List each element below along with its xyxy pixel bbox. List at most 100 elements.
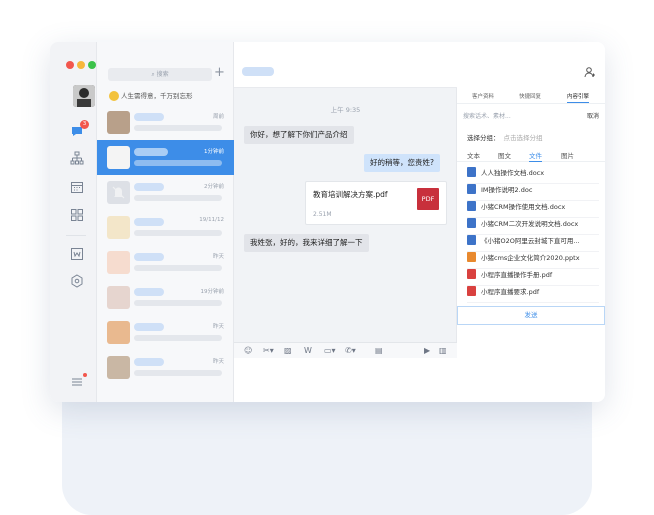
pdf-file-icon (467, 269, 476, 279)
scissors-icon[interactable]: ✂▾ (263, 346, 274, 356)
file-item-name: 小猪CRM二次开发说明文档.docx (481, 220, 579, 228)
doc-icon (467, 201, 476, 211)
sidebar-toggle-icon[interactable]: ▥ (439, 346, 447, 356)
material-type-tabs: 文本 图文 文件 图片 (457, 150, 605, 162)
group-selector[interactable]: 选择分组： 点击选择分组 (467, 132, 543, 142)
tab-quick-reply[interactable]: 快捷回复 (519, 92, 541, 100)
file-list-item[interactable]: IM操作说明2.doc (467, 184, 599, 201)
file-item-name: 小猪CRM操作使用文档.docx (481, 203, 566, 211)
contact-preview (134, 370, 222, 376)
doc-icon (467, 235, 476, 245)
pdf-icon: PDF (417, 188, 439, 210)
contact-name (134, 218, 164, 226)
phone-icon[interactable]: ✆▾ (345, 346, 356, 356)
word-icon[interactable] (70, 247, 84, 261)
chat-toolbar: ☺ ✂▾ ▨ W ▭▾ ✆▾ ▤ ▶ ▥ (234, 342, 457, 358)
contact-preview (134, 125, 222, 131)
content-panel: 客户资料 快捷回复 内容引擎 搜索话术、素材... 取消 选择分组： 点击选择分组… (457, 42, 605, 402)
file-list-item[interactable]: 小猪cms企业文化简介2020.pptx (467, 252, 599, 269)
nav-rail: 3 (50, 42, 97, 402)
add-user-icon[interactable] (584, 66, 596, 81)
app-window: 3 ⌕ 搜索 + 人生需得意，千万别忘形 周前 1分钟前 2分钟前 19/11/… (50, 42, 605, 402)
add-contact-button[interactable]: + (214, 65, 225, 80)
close-dot[interactable] (66, 61, 74, 69)
signature-banner: 人生需得意，千万别忘形 (103, 89, 231, 103)
contact-item[interactable]: 周前 (97, 105, 234, 140)
org-icon[interactable] (70, 151, 84, 165)
video-icon[interactable]: ▶ (424, 346, 430, 356)
contact-item[interactable]: 19分钟前 (97, 280, 234, 315)
tab-article[interactable]: 图文 (498, 150, 511, 160)
cube-icon[interactable] (70, 274, 84, 288)
user-avatar[interactable] (73, 85, 95, 107)
tab-content-engine[interactable]: 内容引擎 (567, 92, 590, 103)
minimize-dot[interactable] (77, 61, 85, 69)
file-list-item[interactable]: 小猪CRM操作使用文档.docx (467, 201, 599, 218)
file-list-item[interactable]: 小程序直播要求.pdf (467, 286, 599, 303)
contact-name (134, 148, 168, 156)
unread-badge: 3 (80, 120, 89, 129)
file-list-item[interactable]: 人人独操作文档.docx (467, 167, 599, 184)
signature-icon (109, 91, 119, 101)
doc-icon (467, 218, 476, 228)
contact-item[interactable]: 昨天 (97, 315, 234, 350)
contact-item[interactable]: 昨天 (97, 350, 234, 385)
contact-item-active[interactable]: 1分钟前 (97, 140, 234, 175)
image-icon[interactable]: ▨ (284, 346, 292, 356)
tab-text[interactable]: 文本 (467, 150, 480, 160)
emoji-icon[interactable]: ☺ (244, 346, 252, 356)
contact-preview (134, 300, 222, 306)
material-search-input[interactable]: 搜索话术、素材... (463, 111, 581, 120)
file-item-name: IM操作说明2.doc (481, 186, 533, 194)
file-message[interactable]: 教育培训解决方案.pdf 2.51M PDF (305, 181, 447, 225)
file-name: 教育培训解决方案.pdf (313, 190, 388, 199)
muted-avatar-icon (107, 181, 130, 204)
contact-preview (134, 160, 222, 166)
file-list-item[interactable]: 小程序直播操作手册.pdf (467, 269, 599, 286)
contact-time: 昨天 (212, 254, 224, 260)
doc-icon (467, 167, 476, 177)
contact-time: 19/11/12 (199, 217, 224, 223)
contact-avatar (107, 216, 130, 239)
tab-file[interactable]: 文件 (529, 150, 542, 162)
contact-item[interactable]: 昨天 (97, 245, 234, 280)
contact-time: 周前 (212, 114, 224, 120)
contact-avatar (107, 111, 130, 134)
chat-pane: 上午 9:35 你好，想了解下你们产品介绍 好的稍等，您贵姓? 教育培训解决方案… (234, 42, 457, 402)
folder-icon[interactable]: ▭▾ (324, 346, 336, 356)
contact-avatar (107, 286, 130, 309)
file-list-item[interactable]: 小猪CRM二次开发说明文档.docx (467, 218, 599, 235)
maximize-dot[interactable] (88, 61, 96, 69)
tab-image[interactable]: 图片 (561, 150, 574, 160)
apps-icon[interactable] (70, 208, 84, 222)
word-file-icon[interactable]: W (304, 346, 312, 356)
contact-preview (134, 335, 222, 341)
file-item-name: 《小猪O2O阿里云封城下直可用... (481, 237, 580, 245)
send-button[interactable]: 发送 (457, 306, 605, 325)
contact-time: 昨天 (212, 359, 224, 365)
contact-item[interactable]: 2分钟前 (97, 175, 234, 210)
contact-name (134, 183, 164, 191)
calendar-icon[interactable] (70, 180, 84, 194)
tab-customer-info[interactable]: 客户资料 (472, 92, 494, 100)
search-placeholder: 搜索 (156, 71, 169, 78)
contact-time: 19分钟前 (200, 289, 225, 295)
menu-icon[interactable] (70, 375, 84, 389)
message-input[interactable] (234, 358, 457, 402)
contact-search-input[interactable]: ⌕ 搜索 (108, 68, 212, 81)
contact-avatar (107, 356, 130, 379)
pdf-file-icon (467, 286, 476, 296)
contact-name (134, 113, 164, 121)
contact-avatar (107, 251, 130, 274)
contact-preview (134, 265, 222, 271)
contact-name (134, 323, 164, 331)
contact-time: 昨天 (212, 324, 224, 330)
contact-name (134, 358, 164, 366)
contact-list: ⌕ 搜索 + 人生需得意，千万别忘形 周前 1分钟前 2分钟前 19/11/12… (97, 42, 234, 402)
contact-item[interactable]: 19/11/12 (97, 210, 234, 245)
cancel-button[interactable]: 取消 (587, 111, 599, 120)
group-label: 选择分组： (467, 134, 500, 142)
screen-icon[interactable]: ▤ (375, 346, 383, 356)
file-list-item[interactable]: 《小猪O2O阿里云封城下直可用... (467, 235, 599, 252)
chat-title (242, 67, 274, 76)
